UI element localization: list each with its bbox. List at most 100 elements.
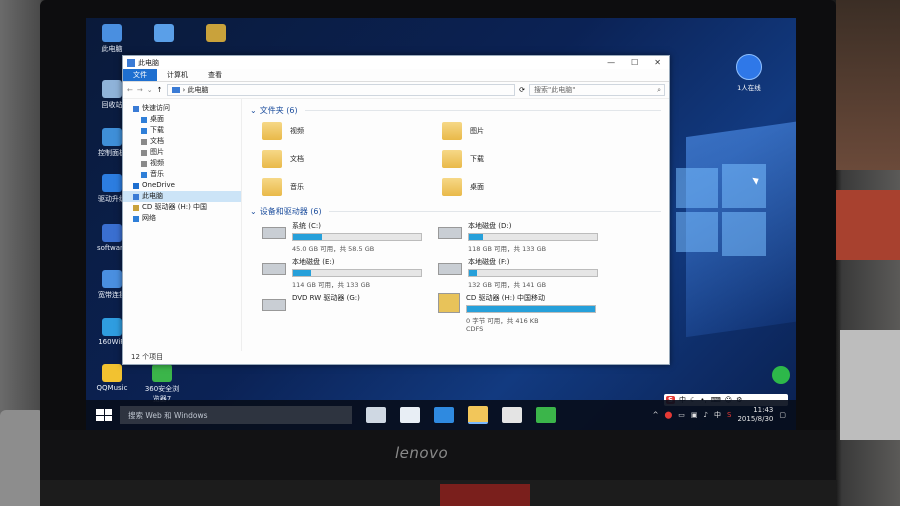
file-explorer-icon[interactable] — [468, 406, 488, 424]
notification-icon[interactable]: ▢ — [779, 411, 786, 419]
folders-section-header[interactable]: ⌄ 文件夹 (6) — [250, 105, 661, 116]
white-appliance — [840, 330, 900, 440]
drive-item[interactable]: 系统 (C:) 45.0 GB 可用，共 58.5 GB — [262, 221, 438, 253]
start-button[interactable] — [96, 409, 112, 421]
nav-item-label: CD 驱动器 (H:) 中国 — [142, 203, 208, 211]
drives-section-header[interactable]: ⌄ 设备和驱动器 (6) — [250, 206, 661, 217]
pictures-folder-icon — [442, 122, 462, 140]
drive-item[interactable]: 本地磁盘 (D:) 118 GB 可用，共 133 GB — [438, 221, 614, 253]
taskbar-search-input[interactable]: 搜索 Web 和 Windows — [120, 406, 352, 424]
video-icon — [141, 160, 147, 167]
app-icon — [102, 174, 122, 192]
drive-item[interactable]: DVD RW 驱动器 (G:) — [262, 293, 438, 319]
ime-indicator[interactable]: 中 — [714, 410, 721, 420]
chevron-up-icon[interactable]: ^ — [653, 411, 659, 419]
drive-usage-bar — [292, 233, 422, 241]
desktop-icon[interactable]: 360安全浏览器7 — [142, 364, 182, 404]
ribbon-tab[interactable]: 查看 — [198, 69, 232, 81]
folder-item[interactable]: 桌面 — [442, 176, 622, 198]
folder-item[interactable]: 文档 — [262, 148, 442, 170]
file-explorer-window[interactable]: 此电脑 — ☐ ✕ 文件 计算机 查看 ← → ⌄ ↑ › 此电脑 ⟳ 搜索"此电脑… — [122, 55, 670, 365]
folder-item[interactable]: 视频 — [262, 120, 442, 142]
store-icon[interactable] — [502, 407, 522, 423]
nav-item[interactable]: 视频 — [123, 158, 241, 169]
drive-item[interactable]: 本地磁盘 (E:) 114 GB 可用，共 133 GB — [262, 257, 438, 289]
clock-date: 2015/8/30 — [737, 415, 774, 423]
drive-grid: 系统 (C:) 45.0 GB 可用，共 58.5 GB 本地磁盘 (D:) 118 … — [262, 221, 661, 333]
nav-item[interactable]: OneDrive — [123, 180, 241, 191]
nav-item[interactable]: 音乐 — [123, 169, 241, 180]
desktop-icon[interactable] — [144, 24, 184, 44]
nav-item[interactable]: 图片 — [123, 147, 241, 158]
network-icon — [133, 215, 139, 222]
network-icon[interactable]: ▣ — [691, 411, 698, 419]
ribbon-tab[interactable]: 计算机 — [157, 69, 198, 81]
drive-filesystem: CDFS — [466, 325, 484, 333]
up-icon[interactable]: ↑ — [157, 86, 163, 94]
breadcrumb[interactable]: 此电脑 — [188, 85, 209, 95]
nav-item-label: 快速访问 — [142, 104, 170, 112]
folder-item[interactable]: 音乐 — [262, 176, 442, 198]
ribbon-tab[interactable]: 文件 — [123, 69, 157, 81]
content-pane: ⌄ 文件夹 (6) 视频 图片 文档 下载音乐 桌面 ⌄ 设备和驱动器 (6) 系统 (… — [242, 99, 669, 351]
desktop-icon[interactable]: QQMusic — [92, 364, 132, 392]
cup — [0, 410, 44, 506]
online-icon — [736, 54, 762, 80]
drive-usage-bar — [468, 233, 598, 241]
drive-space: 118 GB 可用，共 133 GB — [468, 245, 547, 253]
drive-item[interactable]: CD 驱动器 (H:) 中国移动 0 字节 可用，共 416 KB CDFS — [438, 293, 614, 333]
back-icon[interactable]: ← — [127, 86, 133, 94]
folder-label: 下载 — [470, 155, 484, 163]
cd-drive-icon — [438, 293, 460, 313]
title-bar[interactable]: 此电脑 — ☐ ✕ — [123, 56, 669, 69]
desktop-icon[interactable] — [196, 24, 236, 44]
online-label: 1人在线 — [737, 84, 761, 92]
forward-icon[interactable]: → — [137, 86, 143, 94]
close-button[interactable]: ✕ — [654, 58, 661, 67]
nav-item-label: 图片 — [150, 148, 164, 156]
online-widget[interactable]: 1人在线 — [728, 54, 770, 92]
desk-base — [40, 480, 836, 506]
nav-item[interactable]: 文档 — [123, 136, 241, 147]
browser-360-icon[interactable] — [536, 407, 556, 423]
drive-usage-bar — [466, 305, 596, 313]
nav-item[interactable]: 桌面 — [123, 114, 241, 125]
folder-item[interactable]: 图片 — [442, 120, 622, 142]
address-bar[interactable]: › 此电脑 — [166, 84, 516, 96]
battery-icon[interactable]: ▭ — [678, 411, 685, 419]
drive-space: 132 GB 可用，共 141 GB — [468, 281, 547, 289]
fan-app-icon[interactable] — [400, 407, 420, 423]
nav-item[interactable]: 网络 — [123, 213, 241, 224]
nav-item[interactable]: 快速访问 — [123, 103, 241, 114]
chevron-down-icon: ⌄ — [250, 106, 257, 115]
app-icon — [152, 364, 172, 382]
task-view-icon[interactable] — [366, 407, 386, 423]
clock[interactable]: 11:43 2015/8/30 — [737, 406, 773, 424]
sogou-tray-icon[interactable]: S — [727, 411, 731, 419]
nav-item[interactable]: 此电脑 — [123, 191, 241, 202]
tray-app-icon[interactable]: ⬤ — [664, 411, 672, 419]
taskbar: 搜索 Web 和 Windows ^ ⬤ ▭ ▣ ♪ 中 S 11:43 201… — [86, 400, 796, 430]
refresh-icon[interactable]: ⟳ — [519, 86, 525, 94]
drive-item[interactable]: 本地磁盘 (F:) 132 GB 可用，共 141 GB — [438, 257, 614, 289]
desktop-icon[interactable]: 此电脑 — [92, 24, 132, 54]
cd-drive-icon — [133, 204, 139, 211]
app-icon — [102, 270, 122, 288]
chevron-down-icon[interactable]: ⌄ — [147, 86, 153, 94]
app-icon — [102, 318, 122, 336]
drive-usage-fill — [469, 234, 484, 240]
minimize-button[interactable]: — — [607, 58, 615, 67]
volume-icon[interactable]: ♪ — [704, 411, 708, 419]
nav-item[interactable]: CD 驱动器 (H:) 中国 — [123, 202, 241, 213]
nav-item[interactable]: 下载 — [123, 125, 241, 136]
nav-item-label: 视频 — [150, 159, 164, 167]
folder-item[interactable]: 下载 — [442, 148, 622, 170]
maximize-button[interactable]: ☐ — [631, 58, 638, 67]
edge-icon[interactable] — [434, 407, 454, 423]
download-icon — [141, 127, 147, 134]
app-icon — [102, 224, 122, 242]
search-input[interactable]: 搜索"此电脑" ⌕ — [529, 84, 665, 96]
floating-ball-icon[interactable] — [772, 366, 790, 384]
nav-item-label: 桌面 — [150, 115, 164, 123]
drive-usage-fill — [293, 270, 311, 276]
